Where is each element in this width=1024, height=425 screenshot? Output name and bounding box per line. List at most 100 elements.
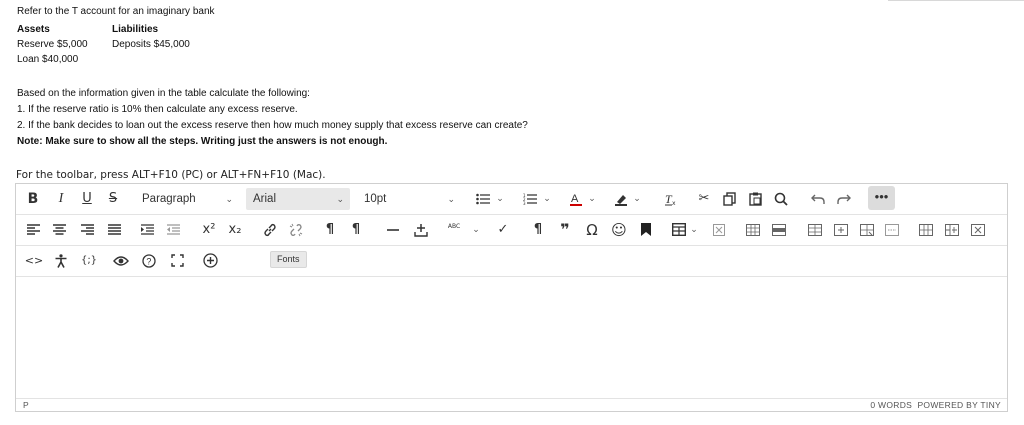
toolbar-row-2: x² x₂ ¶ ¶ ABC ⌄ ✓ ¶ ❞ Ω ☺ ⌄ bbox=[16, 215, 1007, 246]
cut-icon[interactable]: ✂ bbox=[694, 184, 714, 214]
italic-icon[interactable]: I bbox=[52, 184, 70, 214]
indent-icon[interactable] bbox=[138, 215, 156, 245]
font-family-select[interactable]: Arial ⌄ bbox=[246, 188, 350, 210]
preview-icon[interactable] bbox=[111, 246, 131, 276]
question-note: Note: Make sure to show all the steps. W… bbox=[17, 136, 388, 147]
search-icon[interactable] bbox=[771, 184, 791, 214]
insert-row-before-icon[interactable] bbox=[805, 215, 825, 245]
outdent-icon[interactable] bbox=[164, 215, 182, 245]
powered-by-tiny-link[interactable]: POWERED BY TINY bbox=[917, 400, 1001, 410]
reserve-value: Reserve $5,000 bbox=[17, 39, 88, 50]
redo-icon[interactable] bbox=[834, 184, 854, 214]
align-center-icon[interactable] bbox=[50, 215, 68, 245]
word-count[interactable]: 0 WORDS bbox=[870, 400, 912, 410]
text-color-chevron-icon[interactable]: ⌄ bbox=[587, 184, 597, 214]
font-family-label: Arial bbox=[253, 193, 277, 205]
highlight-color-icon[interactable] bbox=[611, 184, 631, 214]
assets-header: Assets bbox=[17, 24, 50, 35]
accessibility-check-icon[interactable]: ✓ bbox=[493, 215, 513, 245]
spellcheck-icon[interactable]: ABC bbox=[444, 215, 464, 245]
table-row-props-icon[interactable] bbox=[743, 215, 763, 245]
align-left-icon[interactable] bbox=[24, 215, 42, 245]
unlink-icon[interactable] bbox=[286, 215, 306, 245]
font-size-select[interactable]: 10pt ⌄ bbox=[357, 188, 461, 210]
loan-value: Loan $40,000 bbox=[17, 54, 79, 65]
paste-icon[interactable] bbox=[745, 184, 765, 214]
table-split-icon[interactable] bbox=[882, 215, 902, 245]
copy-icon[interactable] bbox=[719, 184, 739, 214]
bullet-list-chevron-icon[interactable]: ⌄ bbox=[495, 184, 505, 214]
insert-column-after-icon[interactable] bbox=[942, 215, 962, 245]
element-path[interactable]: P bbox=[23, 400, 29, 410]
align-justify-icon[interactable] bbox=[105, 215, 123, 245]
spellcheck-chevron-icon[interactable]: ⌄ bbox=[471, 215, 481, 245]
question-based-on: Based on the information given in the ta… bbox=[17, 88, 310, 99]
table-cell-props-icon[interactable] bbox=[769, 215, 789, 245]
insert-column-before-icon[interactable] bbox=[916, 215, 936, 245]
underline-icon[interactable]: U bbox=[78, 184, 96, 214]
emoji-icon[interactable]: ☺ bbox=[609, 215, 629, 245]
rtl-direction-icon[interactable]: ¶ bbox=[346, 215, 366, 245]
deposits-value: Deposits $45,000 bbox=[112, 39, 190, 50]
delete-table-icon[interactable] bbox=[710, 215, 728, 245]
insert-row-after-icon[interactable] bbox=[831, 215, 851, 245]
superscript-icon[interactable]: x² bbox=[198, 215, 220, 245]
toolbar-hint: For the toolbar, press ALT+F10 (PC) or A… bbox=[16, 169, 326, 181]
spellcheck-glyph: ABC bbox=[447, 223, 461, 230]
horizontal-line-icon[interactable] bbox=[384, 215, 402, 245]
svg-text:x: x bbox=[672, 200, 676, 206]
clear-formatting-icon[interactable]: Tx bbox=[661, 184, 681, 214]
chevron-down-icon: ⌄ bbox=[447, 194, 455, 204]
numbered-list-icon[interactable]: 123 bbox=[519, 184, 541, 214]
fonts-tooltip: Fonts bbox=[270, 251, 307, 268]
block-format-select[interactable]: Paragraph ⌄ bbox=[135, 188, 239, 210]
chevron-down-icon: ⌄ bbox=[225, 194, 233, 204]
align-right-icon[interactable] bbox=[78, 215, 96, 245]
chevron-down-icon: ⌄ bbox=[336, 194, 344, 204]
bookmark-icon[interactable] bbox=[636, 215, 656, 245]
code-sample-icon[interactable]: {;} bbox=[78, 246, 100, 276]
delete-column-icon[interactable] bbox=[968, 215, 988, 245]
undo-icon[interactable] bbox=[808, 184, 828, 214]
subscript-icon[interactable]: x₂ bbox=[224, 215, 246, 245]
svg-text:?: ? bbox=[146, 256, 151, 266]
strikethrough-icon[interactable]: S bbox=[104, 184, 122, 214]
numbered-list-chevron-icon[interactable]: ⌄ bbox=[542, 184, 552, 214]
bold-icon[interactable]: B bbox=[24, 184, 42, 214]
rtl-glyph: ¶ bbox=[351, 222, 361, 237]
top-divider bbox=[888, 0, 1024, 1]
question-intro: Refer to the T account for an imaginary … bbox=[17, 6, 215, 17]
add-content-icon[interactable] bbox=[200, 246, 220, 276]
question-1: 1. If the reserve ratio is 10% then calc… bbox=[17, 104, 298, 115]
rich-text-editor: B I U S Paragraph ⌄ Arial ⌄ 10pt ⌄ ⌄ 123… bbox=[15, 183, 1008, 412]
special-character-icon[interactable]: Ω bbox=[582, 215, 602, 245]
svg-text:3: 3 bbox=[523, 201, 526, 205]
text-color-icon[interactable]: A bbox=[566, 184, 586, 214]
help-icon[interactable]: ? bbox=[139, 246, 159, 276]
block-format-label: Paragraph bbox=[142, 193, 196, 205]
more-toolbar-button[interactable]: ••• bbox=[868, 186, 895, 210]
accessibility-icon[interactable] bbox=[51, 246, 71, 276]
svg-text:A: A bbox=[571, 193, 579, 205]
question-2: 2. If the bank decides to loan out the e… bbox=[17, 120, 528, 131]
bullet-list-icon[interactable] bbox=[472, 184, 494, 214]
status-right: 0 WORDS POWERED BY TINY bbox=[870, 400, 1001, 410]
toolbar-row-1: B I U S Paragraph ⌄ Arial ⌄ 10pt ⌄ ⌄ 123… bbox=[16, 184, 1007, 215]
editor-content-area[interactable] bbox=[16, 277, 1007, 398]
table-icon[interactable] bbox=[670, 215, 688, 245]
ltr-glyph: ¶ bbox=[325, 222, 335, 237]
insert-anchor-icon[interactable] bbox=[411, 215, 431, 245]
highlight-color-chevron-icon[interactable]: ⌄ bbox=[632, 184, 642, 214]
link-icon[interactable] bbox=[260, 215, 280, 245]
blockquote-icon[interactable]: ❞ bbox=[555, 215, 575, 245]
source-code-icon[interactable]: <> bbox=[24, 246, 44, 276]
show-blocks-icon[interactable]: ¶ bbox=[528, 215, 548, 245]
editor-statusbar: P 0 WORDS POWERED BY TINY bbox=[16, 398, 1007, 411]
table-chevron-icon[interactable]: ⌄ bbox=[689, 215, 699, 245]
delete-row-icon[interactable] bbox=[857, 215, 877, 245]
fullscreen-icon[interactable] bbox=[167, 246, 187, 276]
font-size-label: 10pt bbox=[364, 193, 387, 205]
ltr-direction-icon[interactable]: ¶ bbox=[320, 215, 340, 245]
toolbar-row-3: <> {;} ? bbox=[16, 246, 1007, 277]
liabilities-header: Liabilities bbox=[112, 24, 159, 35]
